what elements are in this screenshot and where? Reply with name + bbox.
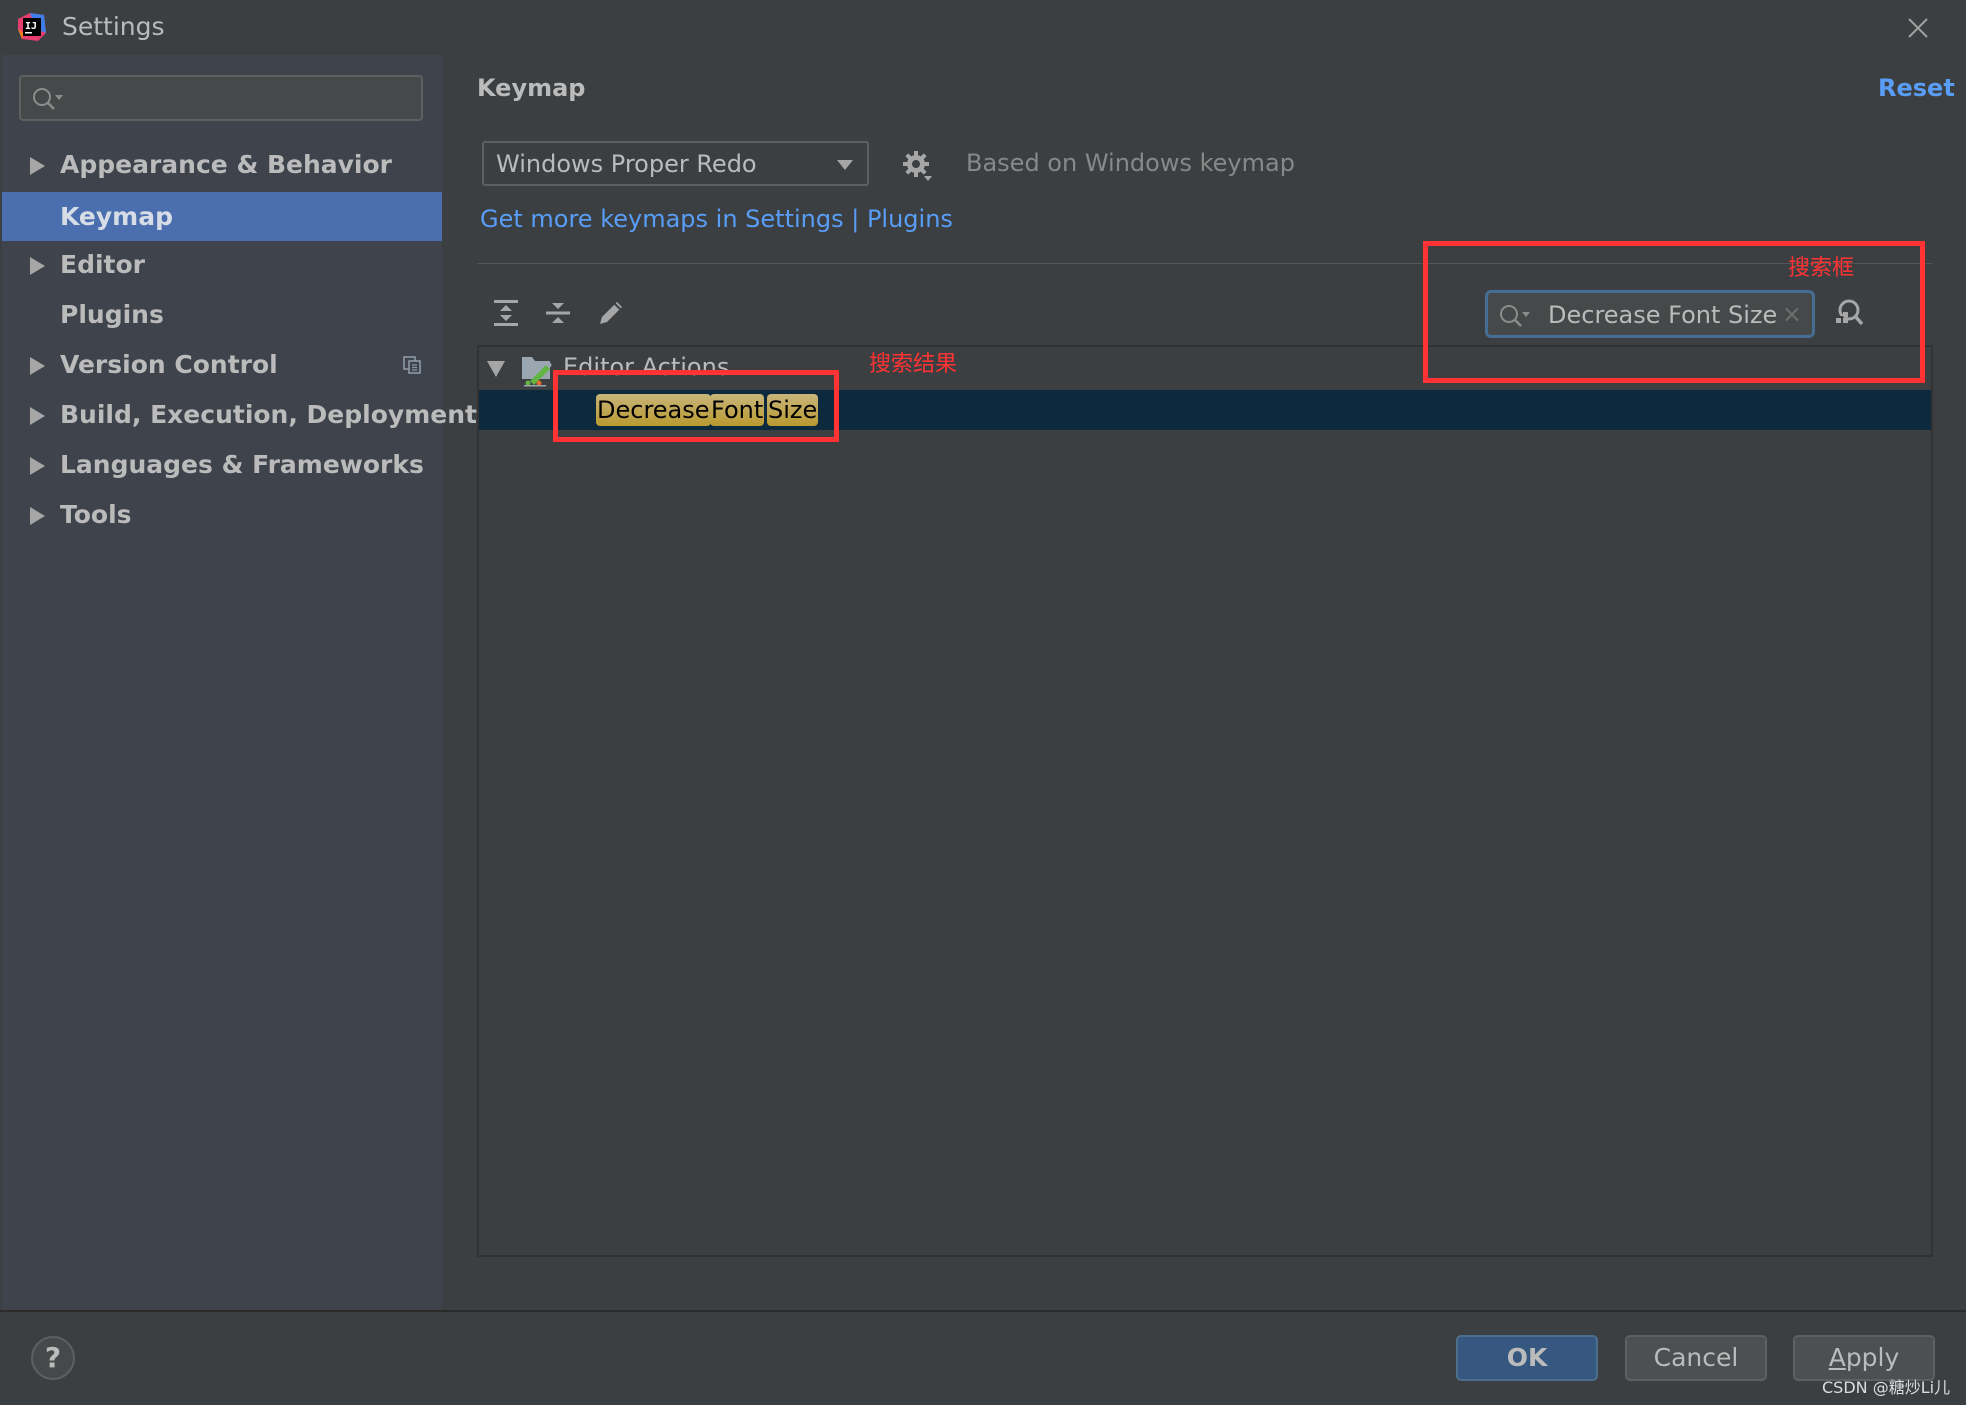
sidebar-item-version-control[interactable]: Version Control	[2, 340, 442, 390]
reset-link[interactable]: Reset	[1878, 74, 1955, 102]
sidebar-item-appearance-behavior[interactable]: Appearance & Behavior	[2, 140, 442, 190]
intellij-logo-icon: IJ	[16, 11, 48, 43]
sidebar-item-tools[interactable]: Tools	[2, 490, 442, 540]
close-icon[interactable]	[1902, 12, 1934, 44]
window-title: Settings	[62, 12, 165, 41]
expand-arrow-icon[interactable]	[30, 457, 45, 475]
search-icon	[31, 86, 67, 116]
watermark: CSDN @糖炒Li儿	[1822, 1378, 1951, 1397]
help-button[interactable]: ?	[31, 1336, 75, 1380]
keymap-action-tree: Editor Actions Decrease Font Size	[477, 345, 1933, 1257]
sidebar-item-label: Languages & Frameworks	[60, 450, 424, 479]
settings-search-input[interactable]	[19, 75, 423, 121]
project-level-icon	[403, 356, 423, 380]
expand-arrow-icon[interactable]	[30, 407, 45, 425]
sidebar-item-keymap[interactable]: Keymap	[2, 192, 442, 241]
sidebar-item-label: Version Control	[60, 350, 278, 379]
expand-arrow-icon[interactable]	[30, 507, 45, 525]
expand-arrow-icon[interactable]	[30, 157, 45, 175]
gear-icon[interactable]	[900, 148, 936, 188]
sidebar-item-label: Build, Execution, Deployment	[60, 400, 477, 429]
edit-icon[interactable]	[594, 296, 628, 330]
based-on-label: Based on Windows keymap	[966, 149, 1295, 177]
sidebar-item-plugins[interactable]: Plugins	[2, 290, 442, 340]
sidebar-item-label: Appearance & Behavior	[60, 150, 392, 179]
chevron-down-icon	[837, 160, 853, 170]
sidebar-item-build-execution-deployment[interactable]: Build, Execution, Deployment	[2, 390, 477, 440]
folder-icon	[520, 353, 554, 391]
page-title: Keymap	[477, 74, 586, 102]
sidebar-item-label: Editor	[60, 250, 145, 279]
keymap-select[interactable]: Windows Proper Redo	[482, 141, 869, 186]
keymap-select-value: Windows Proper Redo	[496, 150, 757, 178]
expand-all-icon[interactable]	[489, 296, 523, 330]
sidebar-item-label: Plugins	[60, 300, 164, 329]
expand-arrow-icon[interactable]	[30, 257, 45, 275]
apply-label-rest: pply	[1845, 1343, 1900, 1372]
sidebar-item-languages-frameworks[interactable]: Languages & Frameworks	[2, 440, 442, 490]
ok-button[interactable]: OK	[1456, 1335, 1598, 1381]
expand-arrow-icon[interactable]	[30, 357, 45, 375]
collapse-all-icon[interactable]	[541, 296, 575, 330]
apply-mnemonic: A	[1828, 1343, 1846, 1372]
annotation-box-result	[553, 370, 839, 442]
sidebar-item-label: Tools	[60, 500, 132, 529]
get-more-keymaps-link[interactable]: Get more keymaps in Settings | Plugins	[480, 205, 953, 233]
cancel-button[interactable]: Cancel	[1625, 1335, 1767, 1381]
sidebar-item-editor[interactable]: Editor	[2, 240, 442, 290]
collapse-arrow-icon[interactable]	[487, 361, 505, 377]
footer-divider	[0, 1310, 1966, 1312]
annotation-label-search-box: 搜索框	[1788, 256, 1855, 281]
annotation-label-search-result: 搜索结果	[869, 352, 958, 377]
title-bar	[0, 0, 1966, 55]
sidebar-item-label: Keymap	[60, 202, 174, 231]
svg-text:IJ: IJ	[25, 21, 37, 32]
